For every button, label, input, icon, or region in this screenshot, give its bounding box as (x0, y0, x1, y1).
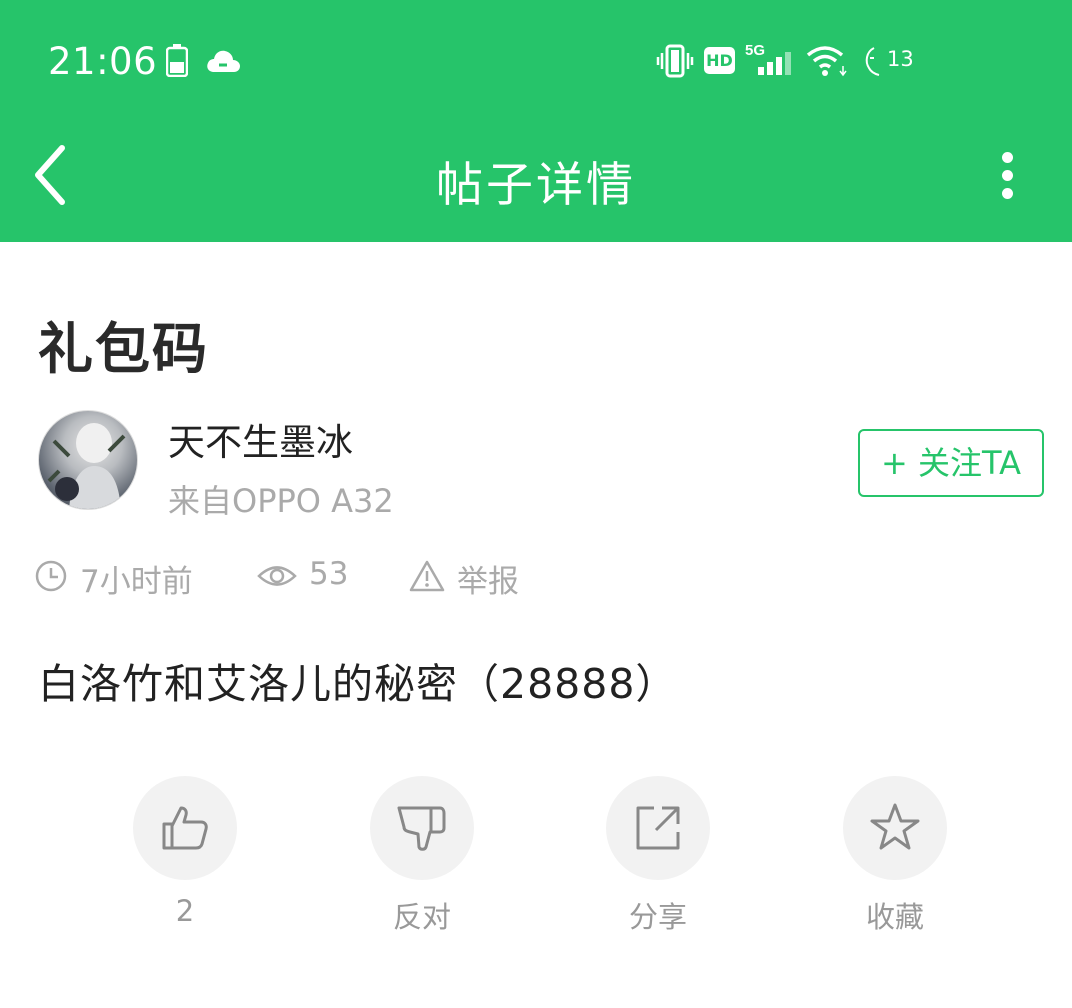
moon-icon (865, 47, 880, 76)
share-button[interactable]: 分享 (606, 776, 710, 936)
post-views-count: 53 (309, 556, 349, 592)
dislike-button[interactable]: 反对 (370, 776, 474, 936)
favorite-label: 收藏 (865, 900, 924, 934)
share-icon (636, 806, 680, 850)
status-bar: 21:06 HD 5G 13 (0, 0, 1072, 120)
report-label: 举报 (457, 564, 519, 600)
more-button[interactable] (990, 140, 1026, 210)
post-views: 53 (257, 556, 367, 596)
post-content: 白洛竹和艾洛儿的秘密（28888） (38, 660, 678, 708)
more-vertical-icon (1002, 152, 1013, 163)
warning-icon (409, 560, 445, 592)
app-header: 21:06 HD 5G 13 帖子详情 (0, 0, 1072, 242)
author-name[interactable]: 天不生墨冰 (168, 412, 353, 466)
avatar-image (47, 423, 126, 509)
page-title: 帖子详情 (436, 158, 636, 213)
thumbs-up-icon (162, 806, 208, 850)
clock-icon (35, 560, 67, 592)
cloud-icon (207, 50, 240, 72)
battery-icon (166, 44, 188, 77)
star-icon (870, 803, 920, 850)
dislike-label: 反对 (392, 900, 451, 934)
eye-icon (257, 566, 297, 586)
share-label: 分享 (628, 900, 687, 934)
follow-button[interactable]: + 关注TA (858, 429, 1044, 497)
thumbs-down-icon (397, 806, 446, 851)
svg-text:5G: 5G (745, 42, 765, 59)
post-time-text: 7小时前 (80, 564, 193, 600)
post-title: 礼包码 (38, 317, 210, 381)
battery-level-text: 13 (887, 47, 914, 71)
wifi-icon (806, 46, 847, 77)
signal-icon: 5G (745, 42, 791, 75)
avatar[interactable] (38, 410, 138, 510)
like-button[interactable]: 2 (133, 776, 237, 936)
post-time: 7小时前 (34, 556, 214, 600)
favorite-button[interactable]: 收藏 (843, 776, 947, 936)
like-count: 2 (175, 894, 195, 928)
hd-icon: HD (704, 47, 735, 74)
nav-bar: 帖子详情 (0, 120, 1072, 242)
vibrate-icon (656, 44, 694, 78)
report-button[interactable]: 举报 (409, 556, 539, 600)
author-device: 来自OPPO A32 (168, 482, 394, 520)
status-time: 21:06 (48, 40, 158, 83)
